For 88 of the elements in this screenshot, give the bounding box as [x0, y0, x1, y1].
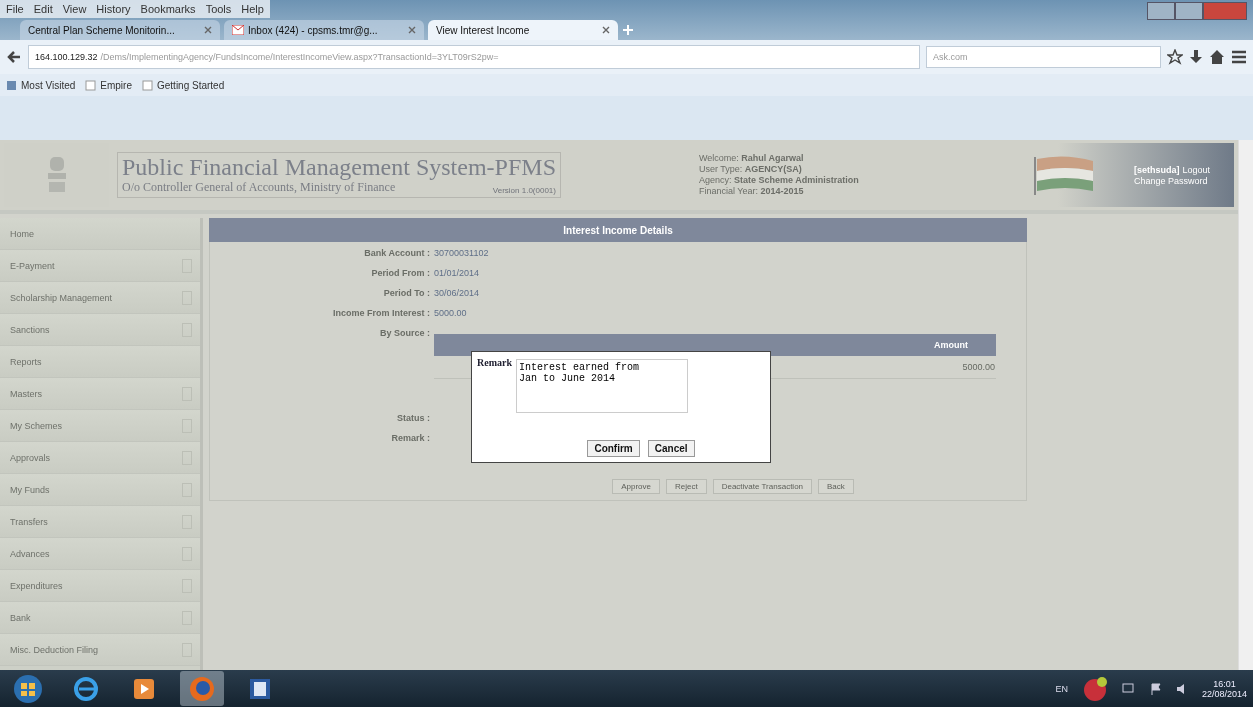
sidebar-item[interactable]: Reports [0, 346, 200, 378]
close-icon[interactable] [602, 26, 610, 34]
close-icon[interactable] [204, 26, 212, 34]
version-text: Version 1.0(0001) [492, 186, 556, 196]
sidebar-item[interactable]: Transfers [0, 506, 200, 538]
table-cell: 5000.00 [906, 356, 996, 379]
field-label: Income From Interest : [331, 308, 430, 318]
flag-tray-icon[interactable] [1149, 682, 1162, 695]
firefox-icon [189, 675, 215, 702]
browser-e-icon [73, 675, 99, 702]
sidebar-item[interactable]: My Schemes [0, 410, 200, 442]
browser-tab[interactable]: Central Plan Scheme Monitorin... [20, 20, 220, 40]
document-app-icon [248, 676, 272, 701]
scrollbar[interactable] [1238, 140, 1253, 670]
sidebar-item[interactable]: My Funds [0, 474, 200, 506]
user-info-line: Agency: State Scheme Administration [699, 175, 859, 186]
action-button[interactable]: Back [818, 479, 854, 494]
language-indicator[interactable]: EN [1055, 683, 1068, 694]
column-header: Amount [906, 334, 996, 356]
field-label: Remark : [390, 433, 430, 443]
browser-tab[interactable]: Inbox (424) - cpsms.tmr@g... [224, 20, 424, 40]
field-value: 01/01/2014 [434, 268, 480, 278]
dialog-button[interactable]: Confirm [587, 440, 640, 457]
sidebar-item[interactable]: Misc. Deduction Filing [0, 634, 200, 666]
sidebar-item[interactable]: Sanctions [0, 314, 200, 346]
sidebar-item[interactable]: Home [0, 218, 200, 250]
remark-label: Remark [477, 357, 512, 370]
sidebar-item[interactable]: Approvals [0, 442, 200, 474]
sidebar-item[interactable]: Advances [0, 538, 200, 570]
sidebar-item[interactable]: Bank [0, 602, 200, 634]
app-tray-icon[interactable] [1081, 675, 1108, 702]
search-field[interactable]: Ask.com [926, 46, 1161, 68]
field-label: Period From : [370, 268, 430, 278]
close-icon[interactable] [408, 26, 416, 34]
download-icon[interactable] [1189, 49, 1203, 65]
back-icon[interactable] [6, 49, 22, 65]
site-title: Public Financial Management System-PFMS [122, 154, 556, 181]
media-player-icon [133, 677, 155, 700]
menu-item[interactable]: Bookmarks [140, 3, 196, 16]
field-label: Status : [396, 413, 430, 423]
user-info-line: Welcome: Rahul Agarwal [699, 153, 805, 164]
sidebar-item[interactable]: E-Payment [0, 250, 200, 282]
action-button[interactable]: Approve [612, 479, 660, 494]
home-icon[interactable] [1209, 49, 1225, 65]
action-button[interactable]: Reject [665, 479, 707, 494]
sidebar-item[interactable]: Scholarship Management [0, 282, 200, 314]
url-field[interactable]: 164.100.129.32 /Dems/ImplementingAgency/FundsIncome/InterestIncomeView.aspx?TransactionId=3YLT09rS2pw= [28, 45, 920, 69]
menu-item[interactable]: Help [241, 3, 264, 16]
bookmark-link[interactable]: Getting Started [142, 79, 225, 91]
maximize-button[interactable] [1175, 2, 1203, 20]
field-value: 30700031102 [434, 248, 489, 258]
user-info-line: User Type: AGENCY(SA) [699, 164, 803, 175]
sidebar-item[interactable]: Masters [0, 378, 200, 410]
field-value: 30/06/2014 [434, 288, 480, 298]
site-subtitle: O/o Controller General of Accounts, Ministry of Finance [122, 180, 396, 196]
bookmark-link[interactable]: Most Visited [6, 79, 76, 91]
menu-item[interactable]: View [62, 3, 87, 16]
emblem-icon [45, 155, 68, 195]
browser-tab[interactable]: View Interest Income [428, 20, 618, 40]
user-info-line: Financial Year: 2014-2015 [699, 186, 805, 197]
account-link[interactable]: Logout [1182, 164, 1211, 175]
page-icon [142, 79, 153, 91]
sidebar-item[interactable]: Expenditures [0, 570, 200, 602]
account-link[interactable]: Change Password [1134, 175, 1211, 186]
star-icon[interactable] [1167, 49, 1183, 65]
account-link[interactable]: [sethsuda] [1134, 164, 1180, 175]
menu-item[interactable]: Edit [33, 3, 53, 16]
clock[interactable]: 16:01 22/08/2014 [1201, 678, 1247, 699]
minimize-button[interactable] [1147, 2, 1175, 20]
bookmark-link[interactable]: Empire [85, 79, 132, 91]
page-icon [85, 79, 97, 91]
remark-field[interactable]: Interest earned from Jan to June 2014 [516, 359, 688, 413]
menu-item[interactable]: Tools [205, 3, 232, 16]
dialog-button[interactable]: Cancel [647, 440, 695, 457]
field-label: By Source : [379, 328, 430, 338]
menu-item[interactable]: File [6, 3, 24, 16]
panel-title: Interest Income Details [209, 218, 1027, 242]
mail-icon [232, 25, 244, 35]
network-icon[interactable] [1121, 682, 1136, 695]
field-value: 5000.00 [434, 308, 467, 318]
field-label: Period To : [382, 288, 430, 298]
bookmarks-icon [6, 79, 17, 91]
start-orb-icon [13, 673, 43, 704]
flag-icon [1034, 155, 1094, 195]
action-button[interactable]: Deactivate Transaction [712, 479, 813, 494]
field-label: Bank Account : [363, 248, 430, 258]
menu-item[interactable]: History [96, 3, 131, 16]
menu-icon[interactable] [1231, 50, 1247, 64]
